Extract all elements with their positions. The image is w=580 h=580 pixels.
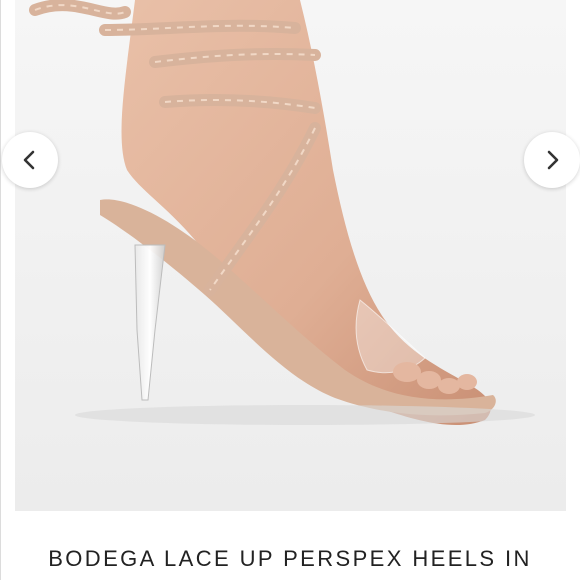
product-page: BODEGA LACE UP PERSPEX HEELS IN [0,0,580,580]
chevron-left-icon [23,150,35,170]
divider [0,0,1,580]
next-image-button[interactable] [524,132,580,188]
product-title: BODEGA LACE UP PERSPEX HEELS IN [48,546,532,571]
sandal-photo [15,0,566,511]
product-image[interactable] [15,0,566,511]
previous-image-button[interactable] [2,132,58,188]
chevron-right-icon [547,150,559,170]
